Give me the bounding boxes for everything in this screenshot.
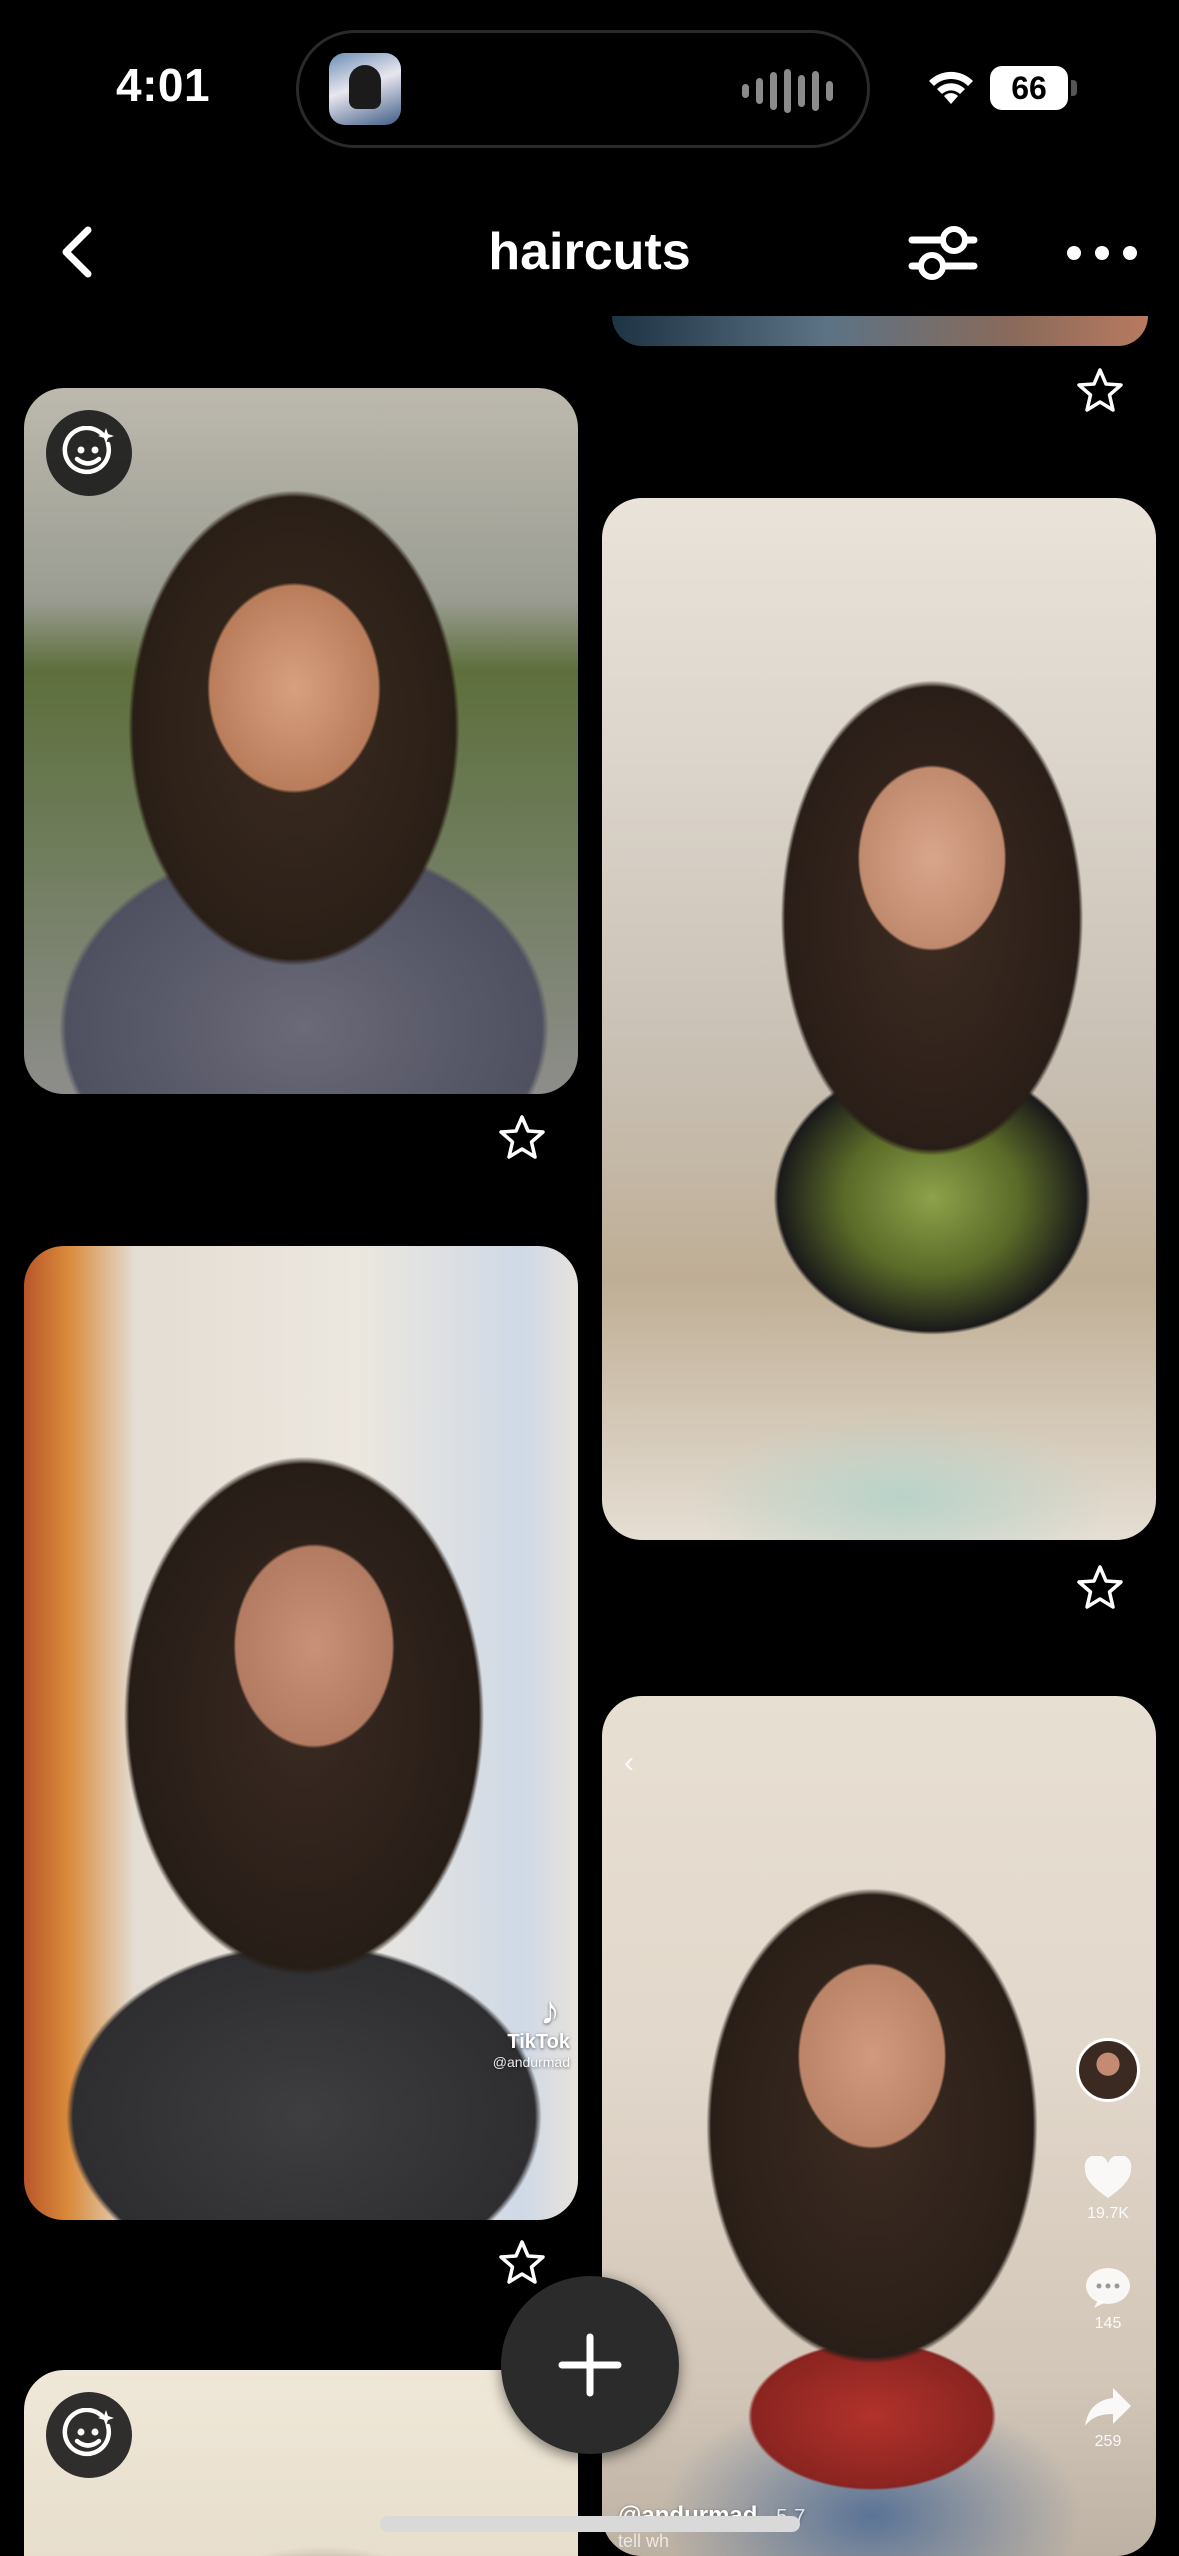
heart-icon xyxy=(1084,2154,1132,2198)
add-pin-button[interactable] xyxy=(501,2276,679,2454)
ai-sparkle-button[interactable] xyxy=(46,410,132,496)
share-count: 259 xyxy=(1072,2386,1144,2451)
like-count: 19.7K xyxy=(1072,2154,1144,2223)
audio-waveform-icon xyxy=(742,69,833,113)
like-count-label: 19.7K xyxy=(1087,2205,1129,2222)
tiktok-logo-icon: ♪ xyxy=(540,1989,560,2033)
wifi-icon xyxy=(929,71,973,104)
tiktok-watermark: ♪ TikTok @andurmad xyxy=(493,1991,570,2070)
watermark-handle: @andurmad xyxy=(492,2054,570,2070)
save-star-icon[interactable] xyxy=(1075,366,1125,416)
dynamic-island[interactable] xyxy=(296,30,870,148)
comment-count-label: 145 xyxy=(1094,2315,1122,2332)
comment-count: 145 xyxy=(1072,2266,1144,2333)
pin-image[interactable] xyxy=(24,388,578,1094)
watermark-brand: TikTok xyxy=(507,2031,570,2053)
page-title: haircuts xyxy=(488,223,691,281)
pin-image[interactable] xyxy=(602,498,1156,1540)
video-description: tell wh xyxy=(618,2531,670,2551)
more-options-button[interactable] xyxy=(1062,228,1142,278)
save-star-icon[interactable] xyxy=(1075,1563,1125,1613)
share-count-label: 259 xyxy=(1094,2433,1122,2450)
save-star-icon[interactable] xyxy=(497,2238,547,2288)
pin-image-partial[interactable] xyxy=(612,316,1148,346)
creator-avatar xyxy=(1076,2038,1140,2102)
chevron-left-icon: ‹ xyxy=(624,1746,634,1779)
ai-sparkle-button[interactable] xyxy=(46,2392,132,2478)
sparkle-face-icon xyxy=(62,2408,114,2457)
plus-icon xyxy=(558,2333,622,2397)
status-time: 4:01 xyxy=(116,59,211,111)
pin-image[interactable]: ‹ 19.7K 145 259 @andurmad · 5-7 tell wh xyxy=(602,1696,1156,2556)
pin-image[interactable]: ♪ TikTok @andurmad xyxy=(24,1246,578,2220)
now-playing-thumbnail xyxy=(329,53,401,125)
filter-button[interactable] xyxy=(908,222,978,284)
sparkle-face-icon xyxy=(62,426,114,475)
home-indicator[interactable] xyxy=(380,2516,800,2532)
battery-indicator: 66 xyxy=(990,66,1077,110)
comment-icon xyxy=(1086,2268,1130,2308)
save-star-icon[interactable] xyxy=(497,1113,547,1163)
share-icon xyxy=(1085,2388,1131,2426)
